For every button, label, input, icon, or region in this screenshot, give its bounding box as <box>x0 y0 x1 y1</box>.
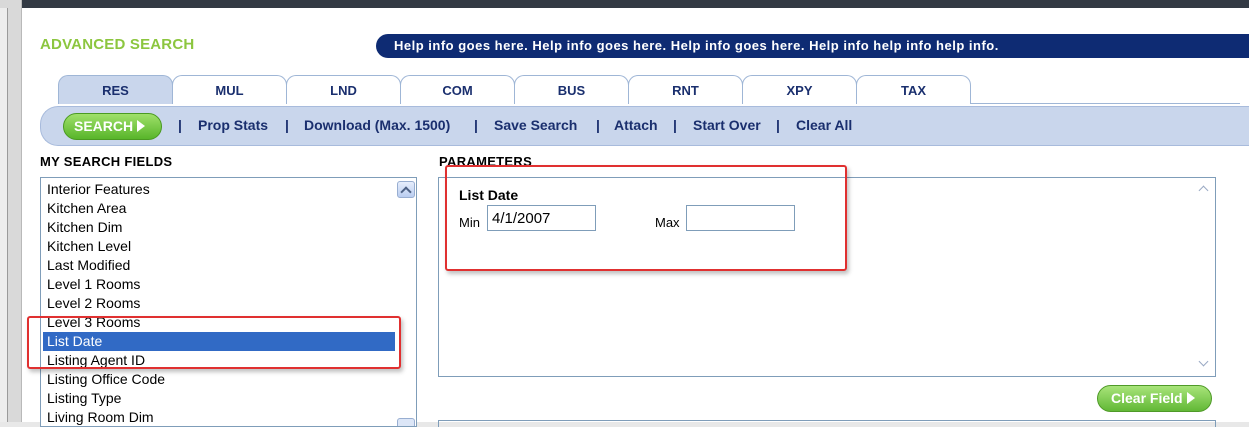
tab-lnd[interactable]: LND <box>286 75 401 104</box>
search-toolbar: SEARCH | Prop Stats | Download (Max. 150… <box>40 106 1249 146</box>
toolbar-separator: | <box>776 117 780 133</box>
tab-com[interactable]: COM <box>400 75 515 104</box>
list-item[interactable]: Last Modified <box>43 256 395 275</box>
list-item[interactable]: Level 2 Rooms <box>43 294 395 313</box>
window-top-border <box>0 0 1249 8</box>
list-item[interactable]: Listing Agent ID <box>43 351 395 370</box>
list-item[interactable]: Kitchen Area <box>43 199 395 218</box>
help-info-bar: Help info goes here. Help info goes here… <box>376 34 1249 58</box>
max-label: Max <box>655 215 680 230</box>
tabs-baseline <box>970 103 1240 104</box>
prop-stats-link[interactable]: Prop Stats <box>198 117 268 133</box>
toolbar-separator: | <box>474 117 478 133</box>
max-date-input[interactable] <box>686 205 795 231</box>
tab-res[interactable]: RES <box>58 75 173 104</box>
save-search-link[interactable]: Save Search <box>494 117 577 133</box>
attach-link[interactable]: Attach <box>614 117 658 133</box>
min-label: Min <box>459 215 480 230</box>
chevron-up-icon <box>400 186 412 198</box>
list-item[interactable]: List Date <box>43 332 395 351</box>
tab-bus[interactable]: BUS <box>514 75 629 104</box>
list-scroll-down-button[interactable] <box>397 418 415 426</box>
toolbar-separator: | <box>596 117 600 133</box>
list-item[interactable]: Interior Features <box>43 180 395 199</box>
list-item[interactable]: Listing Type <box>43 389 395 408</box>
list-scroll-up-button[interactable] <box>397 181 415 198</box>
chevron-up-icon <box>1198 185 1209 196</box>
download-link[interactable]: Download (Max. 1500) <box>304 117 450 133</box>
min-date-input[interactable] <box>487 205 596 231</box>
tab-tax[interactable]: TAX <box>856 75 971 104</box>
list-item[interactable]: Kitchen Level <box>43 237 395 256</box>
clear-field-button[interactable]: Clear Field <box>1097 385 1212 412</box>
clear-all-link[interactable]: Clear All <box>796 117 852 133</box>
tab-rnt[interactable]: RNT <box>628 75 743 104</box>
toolbar-separator: | <box>285 117 289 133</box>
clear-field-label: Clear Field <box>1111 390 1183 406</box>
window-left-edge <box>0 8 8 427</box>
toolbar-separator: | <box>673 117 677 133</box>
params-scroll-up-button[interactable] <box>1198 183 1210 196</box>
search-button-label: SEARCH <box>74 118 134 134</box>
parameter-field-label: List Date <box>459 187 519 203</box>
toolbar-separator: | <box>178 117 182 133</box>
parameters-heading: PARAMETERS <box>439 154 533 169</box>
triangle-right-icon <box>137 120 146 132</box>
search-fields-list[interactable]: Interior Features Kitchen Area Kitchen Dim… <box>40 177 417 427</box>
list-item[interactable]: Kitchen Dim <box>43 218 395 237</box>
start-over-link[interactable]: Start Over <box>693 117 761 133</box>
list-item[interactable]: Level 1 Rooms <box>43 275 395 294</box>
parameters-panel: List Date Min Max <box>438 177 1216 377</box>
lower-panel <box>438 420 1216 427</box>
tab-mul[interactable]: MUL <box>172 75 287 104</box>
tab-xpy[interactable]: XPY <box>742 75 857 104</box>
page-title: ADVANCED SEARCH <box>40 36 195 53</box>
list-item[interactable]: Level 3 Rooms <box>43 313 395 332</box>
triangle-right-icon <box>1186 392 1195 404</box>
list-item[interactable]: Living Room Dim <box>43 408 395 426</box>
search-button[interactable]: SEARCH <box>63 113 162 140</box>
chevron-down-icon <box>1198 356 1209 367</box>
search-fields-heading: MY SEARCH FIELDS <box>40 154 173 169</box>
list-item[interactable]: Listing Office Code <box>43 370 395 389</box>
params-scroll-down-button[interactable] <box>1198 356 1210 368</box>
